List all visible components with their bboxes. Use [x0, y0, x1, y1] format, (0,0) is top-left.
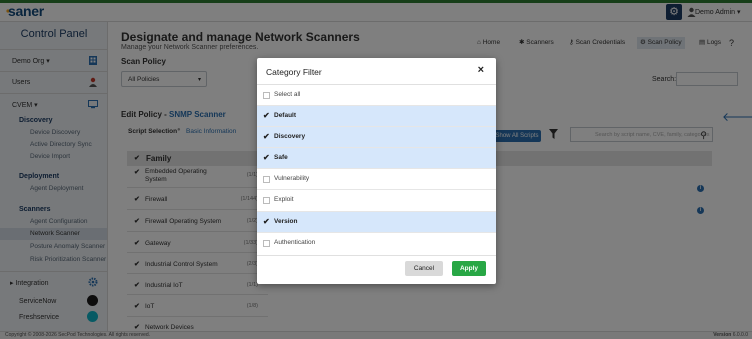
category-option-exploit[interactable]: Exploit	[257, 189, 496, 210]
category-label: Safe	[274, 154, 288, 161]
dialog-title: Category Filter	[266, 67, 322, 77]
checkbox[interactable]	[263, 92, 270, 99]
cancel-button[interactable]: Cancel	[405, 261, 443, 276]
category-option-discovery[interactable]: ✔ Discovery	[257, 126, 496, 147]
category-option-authentication[interactable]: Authentication	[257, 232, 496, 253]
category-option-vulnerability[interactable]: Vulnerability	[257, 168, 496, 189]
category-filter-dialog: Category Filter × Select all ✔ Default ✔…	[257, 58, 496, 284]
category-option-version[interactable]: ✔ Version	[257, 211, 496, 232]
category-label: Exploit	[274, 196, 294, 203]
category-option-default[interactable]: ✔ Default	[257, 105, 496, 126]
apply-button[interactable]: Apply	[452, 261, 486, 276]
close-icon[interactable]: ×	[478, 64, 484, 76]
category-label: Vulnerability	[274, 175, 310, 182]
category-label: Default	[274, 112, 297, 119]
category-option-safe[interactable]: ✔ Safe	[257, 147, 496, 168]
check-icon: ✔	[263, 217, 270, 226]
check-icon: ✔	[263, 132, 270, 141]
check-icon: ✔	[263, 111, 270, 120]
checkbox[interactable]	[263, 197, 270, 204]
checkbox[interactable]	[263, 176, 270, 183]
select-all-option[interactable]: Select all	[257, 84, 496, 105]
checkbox[interactable]	[263, 240, 270, 247]
category-label: Version	[274, 218, 298, 225]
category-label: Authentication	[274, 239, 316, 246]
dialog-footer: Cancel Apply	[257, 255, 496, 284]
check-icon: ✔	[263, 153, 270, 162]
category-label: Discovery	[274, 133, 306, 140]
select-all-label: Select all	[274, 91, 301, 98]
